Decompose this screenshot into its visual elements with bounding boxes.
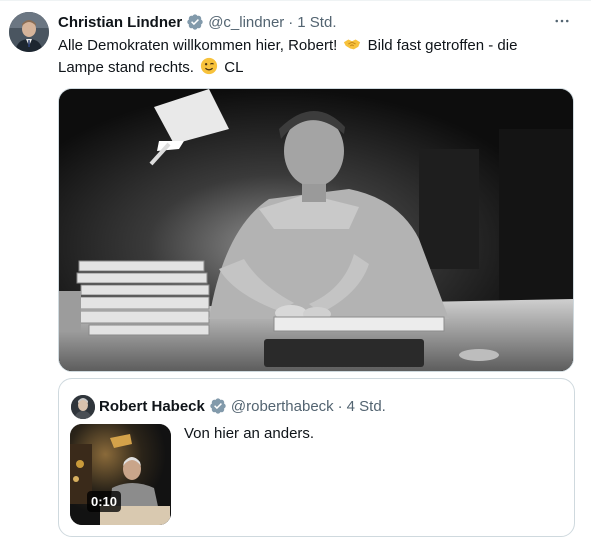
- separator-dot: ·: [337, 397, 343, 415]
- tweet-header: Christian Lindner @c_lindner · 1 Std.: [58, 12, 571, 32]
- author-name[interactable]: Christian Lindner: [58, 14, 182, 31]
- video-duration-badge: 0:10: [87, 491, 122, 512]
- quoted-author-name[interactable]: Robert Habeck: [99, 398, 205, 415]
- separator-dot: ·: [288, 13, 294, 31]
- tweet-photo[interactable]: [58, 88, 574, 372]
- quoted-tweet[interactable]: Robert Habeck @roberthabeck · 4 Std. 0:1…: [58, 378, 575, 537]
- winking-face-emoji-icon: [200, 57, 218, 75]
- quoted-author-avatar[interactable]: [71, 395, 95, 419]
- tweet-text-part1: Alle Demokraten willkommen hier, Robert!: [58, 37, 338, 54]
- quoted-tweet-text: Von hier an anders.: [184, 425, 315, 442]
- tweet-text-part3: CL: [224, 59, 244, 76]
- handshake-emoji-icon: [343, 35, 361, 53]
- divider: [0, 0, 591, 1]
- tweet-time[interactable]: 1 Std.: [297, 14, 336, 31]
- quoted-author-handle[interactable]: @roberthabeck: [231, 398, 334, 415]
- verified-badge-icon: [209, 397, 227, 415]
- quoted-tweet-header: Robert Habeck @roberthabeck · 4 Std.: [99, 394, 386, 418]
- tweet-text: Alle Demokraten willkommen hier, Robert!…: [58, 35, 558, 79]
- more-dots-icon[interactable]: [551, 10, 573, 32]
- tweet[interactable]: Christian Lindner @c_lindner · 1 Std. Al…: [0, 0, 591, 548]
- author-avatar[interactable]: [9, 12, 49, 52]
- quoted-tweet-time[interactable]: 4 Std.: [347, 398, 386, 415]
- author-handle[interactable]: @c_lindner: [208, 14, 284, 31]
- verified-badge-icon: [186, 13, 204, 31]
